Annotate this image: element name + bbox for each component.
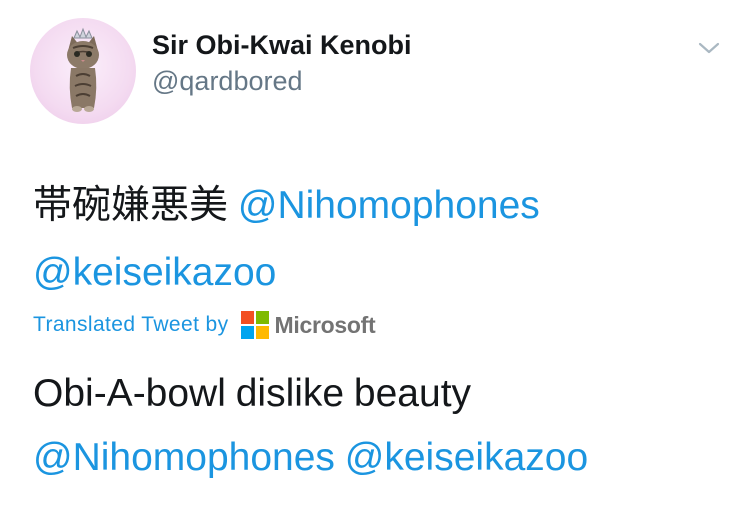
mention-link[interactable]: @Nihomophones <box>33 436 335 479</box>
translation-text: Obi-A-bowl dislike beauty <box>33 372 472 415</box>
user-display-name[interactable]: Sir Obi-Kwai Kenobi <box>152 30 412 61</box>
logo-square-blue <box>240 326 254 339</box>
logo-square-yellow <box>255 326 269 339</box>
logo-square-red <box>240 311 254 324</box>
kitten-with-tiara-avatar <box>67 27 99 112</box>
translation-provider-name: Microsoft <box>274 311 376 338</box>
chevron-down-icon[interactable] <box>694 36 724 60</box>
translated-text: Obi-A-bowl dislike beauty @Nihomophones … <box>33 362 723 490</box>
microsoft-logo-icon <box>240 311 269 339</box>
translated-tweet-label[interactable]: Translated Tweet by <box>33 313 229 337</box>
avatar[interactable] <box>30 18 136 124</box>
logo-square-green <box>255 311 269 324</box>
mention-link[interactable]: @keiseikazoo <box>345 436 588 479</box>
tweet-text: 帯碗嫌悪美 @Nihomophones @keiseikazoo <box>33 172 723 306</box>
user-handle[interactable]: @qardbored <box>152 66 303 97</box>
mention-link[interactable]: @keiseikazoo <box>33 251 276 294</box>
translation-attribution: Translated Tweet by Microsoft <box>33 310 376 340</box>
tweet-original-text: 帯碗嫌悪美 <box>33 184 229 227</box>
mention-link[interactable]: @Nihomophones <box>238 184 540 227</box>
